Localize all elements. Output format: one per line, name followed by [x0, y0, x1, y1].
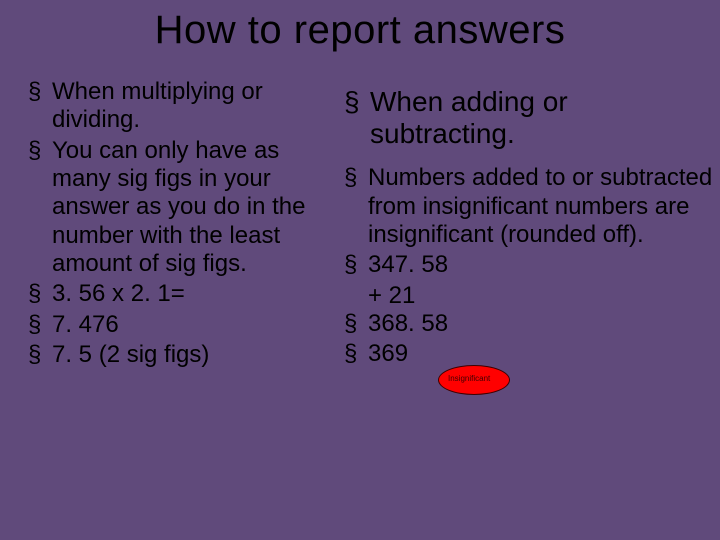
spacer — [344, 152, 716, 164]
bullet-text: Numbers added to or subtracted from insi… — [368, 164, 712, 248]
bullet-text: When adding or subtracting. — [370, 86, 568, 149]
left-item-4: 7. 5 (2 sig figs) — [28, 341, 330, 369]
left-item-1: You can only have as many sig figs in yo… — [28, 137, 330, 279]
right-list: When adding or subtracting. — [344, 86, 716, 150]
slide: How to report answers When multiplying o… — [0, 0, 720, 540]
left-item-3: 7. 476 — [28, 311, 330, 339]
right-lead: When adding or subtracting. — [344, 86, 716, 150]
left-item-2: 3. 56 x 2. 1= — [28, 280, 330, 308]
right-sublist: Numbers added to or subtracted from insi… — [344, 164, 716, 279]
slide-title: How to report answers — [0, 8, 720, 53]
right-item-3: 369 — [344, 340, 716, 368]
plus-line: + 21 — [344, 282, 716, 310]
bullet-text: 347. 58 — [368, 251, 448, 278]
columns: When multiplying or dividing. You can on… — [0, 78, 720, 371]
bullet-text: 368. 58 — [368, 310, 448, 337]
right-sublist-2: 368. 58 369 — [344, 310, 716, 369]
bullet-text: 7. 476 — [52, 311, 119, 338]
bullet-text: You can only have as many sig figs in yo… — [52, 137, 306, 277]
left-list: When multiplying or dividing. You can on… — [28, 78, 330, 369]
bullet-text: 7. 5 (2 sig figs) — [52, 341, 209, 368]
right-item-2: 368. 58 — [344, 310, 716, 338]
right-item-0: Numbers added to or subtracted from insi… — [344, 164, 716, 249]
left-column: When multiplying or dividing. You can on… — [0, 78, 340, 371]
bullet-text: 3. 56 x 2. 1= — [52, 280, 185, 307]
right-column: When adding or subtracting. Numbers adde… — [340, 78, 720, 371]
right-item-1: 347. 58 — [344, 251, 716, 279]
ellipse-label: Insignificant — [448, 374, 490, 383]
bullet-text: 369 — [368, 340, 408, 367]
left-item-0: When multiplying or dividing. — [28, 78, 330, 135]
bullet-text: When multiplying or dividing. — [52, 78, 263, 133]
